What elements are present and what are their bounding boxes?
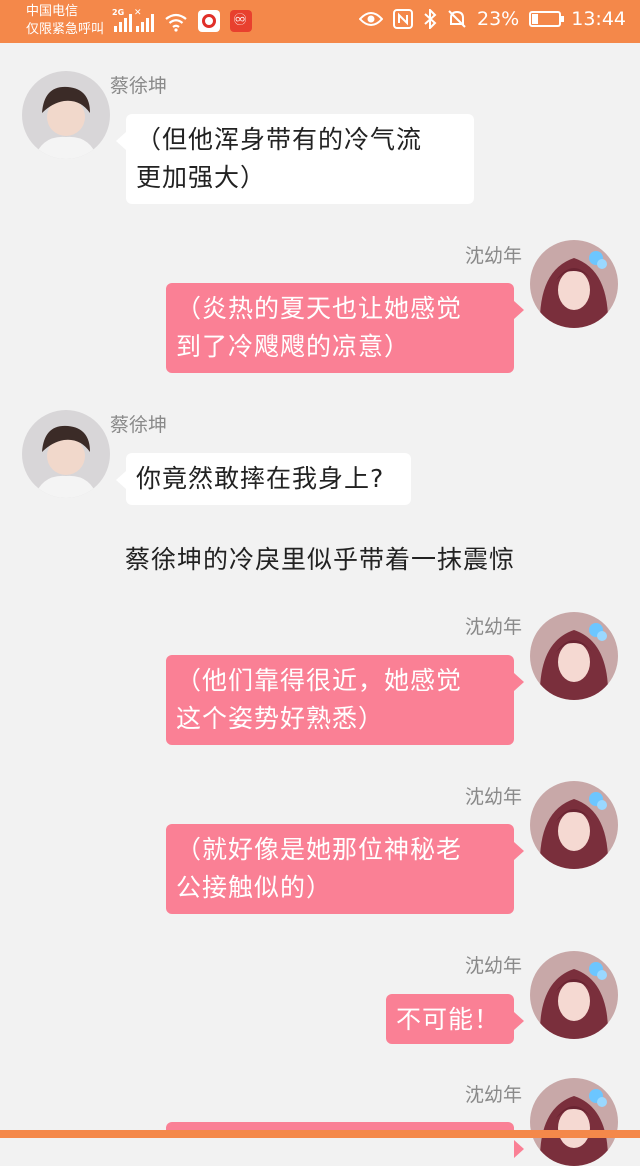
message-text: （就好像是她那位神秘老 xyxy=(176,835,463,864)
message-text: 你竟然敢摔在我身上? xyxy=(136,464,385,493)
message-bubble[interactable]: （就好像是她那位神秘老 公接触似的） xyxy=(166,824,524,914)
signal-block: 2G ✕ xyxy=(112,8,252,32)
news-app-icon xyxy=(198,10,220,32)
message-text: （他们靠得很近，她感觉 xyxy=(176,666,463,695)
battery-percent: 23% xyxy=(477,8,520,30)
emergency-only-text: 仅限紧急呼叫 xyxy=(26,22,105,37)
wifi-icon xyxy=(165,13,187,32)
nfc-icon xyxy=(393,9,413,29)
avatar-shen-younian[interactable] xyxy=(530,612,618,700)
soul-app-icon xyxy=(230,10,252,32)
avatar-shen-younian[interactable] xyxy=(530,240,618,328)
message-text: 这个姿势好熟悉） xyxy=(176,704,385,733)
sender-name: 沈幼年 xyxy=(465,616,523,638)
right-status: 23% 13:44 xyxy=(359,8,626,30)
sender-name: 沈幼年 xyxy=(465,1084,523,1106)
narration-text: 蔡徐坤的冷戾里似乎带着一抹震惊 xyxy=(124,545,515,574)
mute-bell-icon xyxy=(448,10,466,28)
sender-name: 沈幼年 xyxy=(465,245,523,267)
battery-icon xyxy=(529,11,565,27)
sender-name: 蔡徐坤 xyxy=(110,414,168,436)
network-type-label: 2G xyxy=(112,8,125,17)
eye-icon xyxy=(359,12,383,26)
avatar-shen-younian[interactable] xyxy=(530,781,618,869)
status-bar: 中国电信 仅限紧急呼叫 2G ✕ ♾ 23% 13:44 xyxy=(0,0,640,43)
message-bubble[interactable]: （他们靠得很近，她感觉 这个姿势好熟悉） xyxy=(166,655,524,745)
bluetooth-icon xyxy=(424,9,437,29)
message-text: （但他浑身带有的冷气流 xyxy=(136,125,423,154)
message-text: 到了冷飕飕的凉意） xyxy=(176,332,411,361)
message-text: 更加强大） xyxy=(136,163,267,192)
message-text: （炎热的夏天也让她感觉 xyxy=(176,294,463,323)
clock: 13:44 xyxy=(571,8,626,30)
avatar-cai-xukun[interactable] xyxy=(22,71,110,159)
message-text: 公接触似的） xyxy=(176,873,333,902)
sender-name: 沈幼年 xyxy=(465,955,523,977)
message-bubble[interactable]: （但他浑身带有的冷气流 更加强大） xyxy=(116,114,474,204)
sender-name: 蔡徐坤 xyxy=(110,75,168,97)
avatar-shen-younian[interactable] xyxy=(530,951,618,1039)
bottom-bar xyxy=(0,1130,640,1138)
avatar-cai-xukun[interactable] xyxy=(22,410,110,498)
message-bubble[interactable]: 不可能！ xyxy=(386,994,524,1044)
cell-signal-2-icon: ✕ xyxy=(134,8,154,32)
message-bubble[interactable]: （炎热的夏天也让她感觉 到了冷飕飕的凉意） xyxy=(166,283,524,373)
cell-signal-icon: 2G xyxy=(112,8,132,32)
avatar-shen-younian[interactable] xyxy=(530,1078,618,1166)
message-bubble[interactable]: 你竟然敢摔在我身上? xyxy=(116,453,411,505)
carrier-name: 中国电信 xyxy=(26,4,79,19)
message-text: 不可能！ xyxy=(396,1005,501,1034)
sender-name: 沈幼年 xyxy=(465,786,523,808)
carrier-info: 中国电信 仅限紧急呼叫 xyxy=(26,3,104,39)
